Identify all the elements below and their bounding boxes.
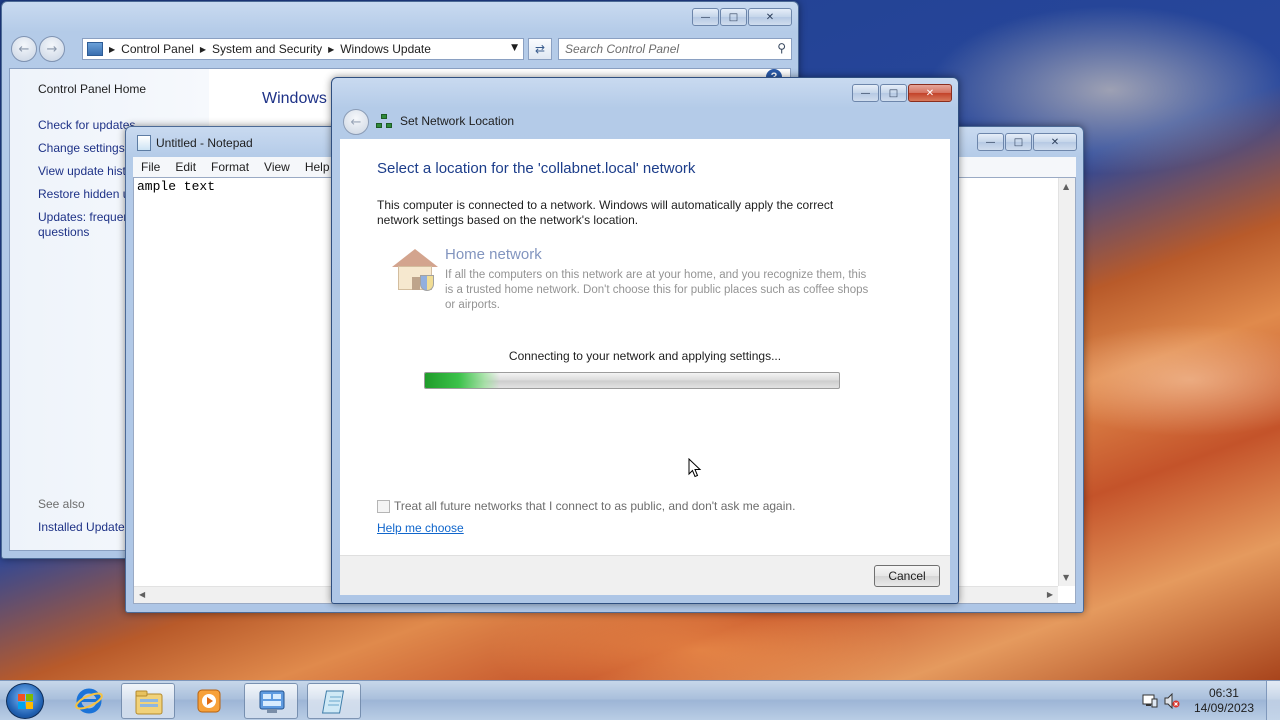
dlg-minimize-button[interactable]: — <box>852 84 879 102</box>
search-input[interactable]: Search Control Panel ⚲ <box>558 38 792 60</box>
taskbar-media-player[interactable] <box>182 683 236 719</box>
progress-bar <box>424 372 840 389</box>
dialog-back-button[interactable]: ← <box>343 109 369 135</box>
home-network-description: If all the computers on this network are… <box>445 269 869 311</box>
view-update-history-link[interactable]: View update hist <box>38 164 126 178</box>
control-panel-icon <box>87 42 103 56</box>
menu-view[interactable]: View <box>264 160 290 174</box>
network-tray-icon[interactable] <box>1142 693 1158 709</box>
home-network-title: Home network <box>445 246 542 263</box>
back-arrow-icon: ← <box>18 41 30 57</box>
public-networks-checkbox-label[interactable]: Treat all future networks that I connect… <box>394 499 795 513</box>
dialog-header: ← Set Network Location <box>340 107 950 139</box>
breadcrumb-separator-icon: ▶ <box>109 44 116 54</box>
notepad-title: Untitled - Notepad <box>156 136 253 150</box>
breadcrumb-separator-icon: ▶ <box>199 44 207 54</box>
mouse-cursor-icon <box>688 458 702 478</box>
restore-hidden-updates-link[interactable]: Restore hidden u <box>38 187 129 201</box>
cp-maximize-button[interactable]: □ <box>720 8 747 26</box>
dialog-title: Set Network Location <box>400 114 515 128</box>
check-for-updates-link[interactable]: Check for updates <box>38 118 135 132</box>
show-desktop-button[interactable] <box>1266 681 1280 720</box>
breadcrumb-system-security[interactable]: System and Security <box>212 42 322 56</box>
notepad-content: ample text <box>137 179 216 194</box>
taskbar-control-panel[interactable] <box>244 683 298 719</box>
back-arrow-icon: ← <box>350 114 362 130</box>
home-network-icon <box>392 249 438 293</box>
public-networks-checkbox-row[interactable]: Treat all future networks that I connect… <box>377 499 795 513</box>
np-maximize-button[interactable]: □ <box>1005 133 1032 151</box>
help-me-choose-link[interactable]: Help me choose <box>377 521 464 535</box>
chevron-down-icon[interactable]: ▼ <box>511 43 518 53</box>
faq-link-line-1[interactable]: Updates: frequer <box>38 210 127 224</box>
breadcrumb-control-panel[interactable]: Control Panel <box>121 42 194 56</box>
change-settings-link[interactable]: Change settings <box>38 141 125 155</box>
forward-arrow-icon: → <box>46 41 58 57</box>
np-caption-buttons: — □ ✕ <box>977 133 1077 151</box>
taskbar-windows-explorer[interactable] <box>121 683 175 719</box>
installed-updates-link[interactable]: Installed Updates <box>38 520 131 534</box>
media-player-icon <box>197 689 221 713</box>
network-icon <box>376 114 392 130</box>
forward-button[interactable]: → <box>39 36 65 62</box>
breadcrumb-separator-icon: ▶ <box>328 44 335 54</box>
set-network-location-dialog: — □ ✕ ← Set Network Location Select a lo… <box>331 77 959 604</box>
taskbar: 06:31 14/09/2023 <box>0 680 1280 720</box>
dialog-footer: Cancel <box>340 555 950 595</box>
cp-navigation-bar: ← → ▶ Control Panel ▶ System and Securit… <box>10 34 792 62</box>
progress-status-text: Connecting to your network and applying … <box>508 349 782 363</box>
menu-format[interactable]: Format <box>211 160 249 174</box>
breadcrumb-windows-update[interactable]: Windows Update <box>340 42 431 56</box>
dlg-maximize-button[interactable]: □ <box>880 84 907 102</box>
cancel-button[interactable]: Cancel <box>874 565 940 587</box>
faq-link-line-2[interactable]: questions <box>38 225 89 239</box>
control-panel-icon <box>259 690 285 713</box>
control-panel-home-link[interactable]: Control Panel Home <box>38 82 146 96</box>
system-tray: 06:31 14/09/2023 <box>1130 681 1280 720</box>
address-bar[interactable]: ▶ Control Panel ▶ System and Security ▶ … <box>82 38 524 60</box>
cp-caption-buttons: — □ ✕ <box>692 8 792 26</box>
volume-muted-icon[interactable] <box>1164 693 1180 709</box>
clock-time: 06:31 <box>1208 686 1239 700</box>
cp-minimize-button[interactable]: — <box>692 8 719 26</box>
back-button[interactable]: ← <box>11 36 37 62</box>
cp-close-button[interactable]: ✕ <box>748 8 792 26</box>
scroll-right-icon[interactable]: ▶ <box>1047 590 1053 599</box>
dialog-intro-text: This computer is connected to a network.… <box>377 198 834 227</box>
notepad-icon <box>137 135 151 151</box>
vertical-scrollbar[interactable]: ▲ ▼ <box>1058 178 1075 586</box>
folder-icon <box>135 690 163 715</box>
clock-date: 14/09/2023 <box>1193 701 1254 715</box>
refresh-button[interactable]: ⇄ <box>528 38 552 60</box>
np-close-button[interactable]: ✕ <box>1033 133 1077 151</box>
scroll-left-icon[interactable]: ◀ <box>139 590 145 599</box>
dlg-close-button[interactable]: ✕ <box>908 84 952 102</box>
menu-edit[interactable]: Edit <box>175 160 196 174</box>
taskbar-notepad[interactable] <box>307 683 361 719</box>
dlg-caption-buttons: — □ ✕ <box>852 84 952 102</box>
scroll-up-icon[interactable]: ▲ <box>1063 182 1069 191</box>
notepad-icon <box>322 690 345 714</box>
np-minimize-button[interactable]: — <box>977 133 1004 151</box>
public-networks-checkbox[interactable] <box>377 499 390 513</box>
dialog-heading: Select a location for the 'collabnet.loc… <box>377 160 696 177</box>
taskbar-internet-explorer[interactable] <box>62 683 116 719</box>
start-button[interactable] <box>6 683 44 719</box>
menu-file[interactable]: File <box>141 160 160 174</box>
progress-bar-fill <box>425 373 500 388</box>
refresh-icon: ⇄ <box>534 42 546 56</box>
scroll-down-icon[interactable]: ▼ <box>1063 573 1069 582</box>
search-placeholder: Search Control Panel <box>565 42 680 56</box>
menu-help[interactable]: Help <box>305 160 330 174</box>
internet-explorer-icon <box>75 688 103 714</box>
dialog-content: Select a location for the 'collabnet.loc… <box>340 139 950 555</box>
search-icon: ⚲ <box>777 41 786 55</box>
see-also-heading: See also <box>38 497 85 511</box>
system-clock[interactable]: 06:31 14/09/2023 <box>1194 686 1254 716</box>
